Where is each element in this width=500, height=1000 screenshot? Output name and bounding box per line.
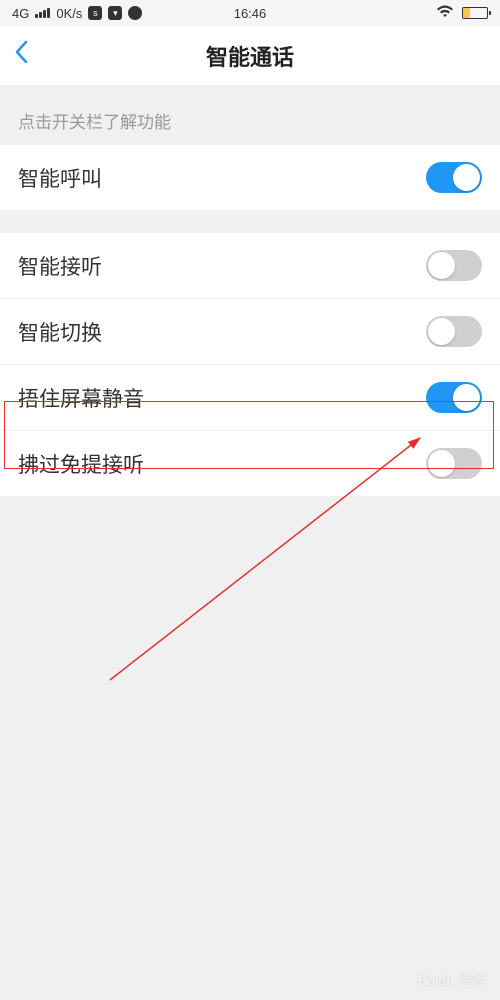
status-right [436,5,488,22]
network-label: 4G [12,6,29,21]
toggle-smart-answer[interactable] [426,250,482,281]
toggle-wave-speaker[interactable] [426,448,482,479]
watermark: Baidu 经验 [418,970,486,990]
row-smart-call[interactable]: 智能呼叫 [0,145,500,211]
row-smart-switch[interactable]: 智能切换 [0,299,500,365]
chat-icon [128,6,142,20]
toggle-smart-call[interactable] [426,162,482,193]
back-button[interactable] [14,40,28,71]
section-gap [0,211,500,233]
row-cover-mute[interactable]: 捂住屏幕静音 [0,365,500,431]
toggle-smart-switch[interactable] [426,316,482,347]
dropdown-icon: ▾ [108,6,122,20]
row-smart-answer[interactable]: 智能接听 [0,233,500,299]
row-label: 智能呼叫 [18,163,102,193]
page-header: 智能通话 [0,26,500,86]
time-label: 16:46 [234,6,267,21]
row-label: 智能接听 [18,251,102,281]
status-left: 4G 0K/s s ▾ [12,6,142,21]
speed-label: 0K/s [56,6,82,21]
page-title: 智能通话 [0,40,500,72]
status-bar: 4G 0K/s s ▾ 16:46 [0,0,500,26]
row-wave-speaker[interactable]: 拂过免提接听 [0,431,500,497]
battery-icon [462,7,488,19]
signal-icon [35,8,50,18]
wifi-icon [436,5,454,22]
row-label: 捂住屏幕静音 [18,383,144,413]
row-label: 拂过免提接听 [18,449,144,479]
section-label: 点击开关栏了解功能 [0,86,500,145]
toggle-cover-mute[interactable] [426,382,482,413]
appstore-icon: s [88,6,102,20]
row-label: 智能切换 [18,317,102,347]
